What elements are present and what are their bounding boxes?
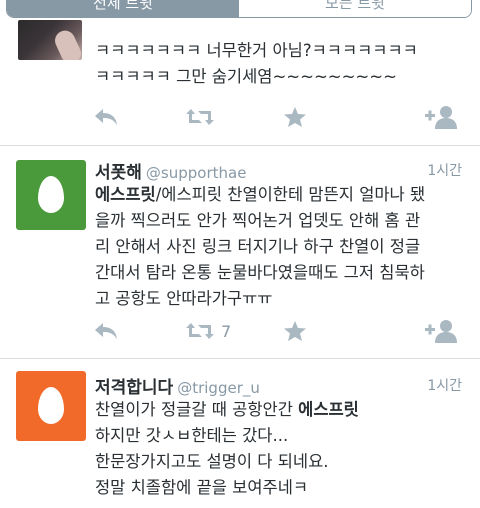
tweet-time: 1시간 [427,378,462,394]
avatar[interactable] [18,20,82,60]
follow-button[interactable] [423,104,457,130]
reply-button[interactable] [93,318,119,344]
reply-button[interactable] [93,104,119,130]
tab-every-tweet[interactable]: 모든 트윗 [239,0,471,17]
tab-all-tweets[interactable]: 전체 트윗 [7,0,239,17]
follow-icon [425,106,457,129]
retweet-count: 7 [221,321,232,341]
user-handle[interactable]: @supporthae [146,164,247,182]
retweet-button[interactable]: 7 [185,318,231,344]
egg-icon [38,387,64,424]
tweet-text: 에스프릿/에스피릿 찬열이한테 맘뜬지 얼마나 됐 을까 찍으러도 안가 찍어논… [95,185,426,308]
follow-button[interactable] [423,318,457,344]
tweet-text: 찬열이가 정글갈 때 공항안간 에스프릿 하지만 갓ㅅㅂ한테는 갔다... 한문… [95,400,359,497]
retweet-button[interactable] [185,104,221,130]
follow-icon [425,320,457,343]
display-name[interactable]: 서폿해 [95,163,142,183]
favorite-button[interactable] [283,104,307,130]
avatar[interactable] [16,160,86,230]
star-icon [284,321,306,341]
tweet-item[interactable]: 저격합니다 @trigger_u 1시간 찬열이가 정글갈 때 공항안간 에스프릿… [0,359,480,508]
star-icon [284,107,306,127]
timeline-segmented-control: 전체 트윗 모든 트윗 [6,0,472,18]
favorite-button[interactable] [283,318,307,344]
tweet-text: ㅋㅋㅋㅋㅋㅋㅋ 너무한거 아님?ㅋㅋㅋㅋㅋㅋㅋ ㅋㅋㅋㅋㅋ 그만 숨기세염~~~… [95,41,418,86]
tweet-actions: 7 [93,318,463,344]
display-name[interactable]: 저격합니다 [95,378,173,398]
reply-icon [95,109,117,125]
tweet-time: 1시간 [427,163,462,179]
egg-icon [38,176,64,213]
user-handle[interactable]: @trigger_u [177,379,260,397]
retweet-icon [186,323,214,339]
avatar[interactable] [16,371,86,441]
retweet-icon [186,109,214,125]
tweet-item[interactable]: 서폿해 @supporthae 1시간 에스프릿/에스피릿 찬열이한테 맘뜬지 얼… [0,146,480,358]
tweet-item[interactable]: ㅋㅋㅋㅋㅋㅋㅋ 너무한거 아님?ㅋㅋㅋㅋㅋㅋㅋ ㅋㅋㅋㅋㅋ 그만 숨기세염~~~… [0,20,480,148]
reply-icon [95,323,117,339]
tweet-actions [93,104,463,130]
